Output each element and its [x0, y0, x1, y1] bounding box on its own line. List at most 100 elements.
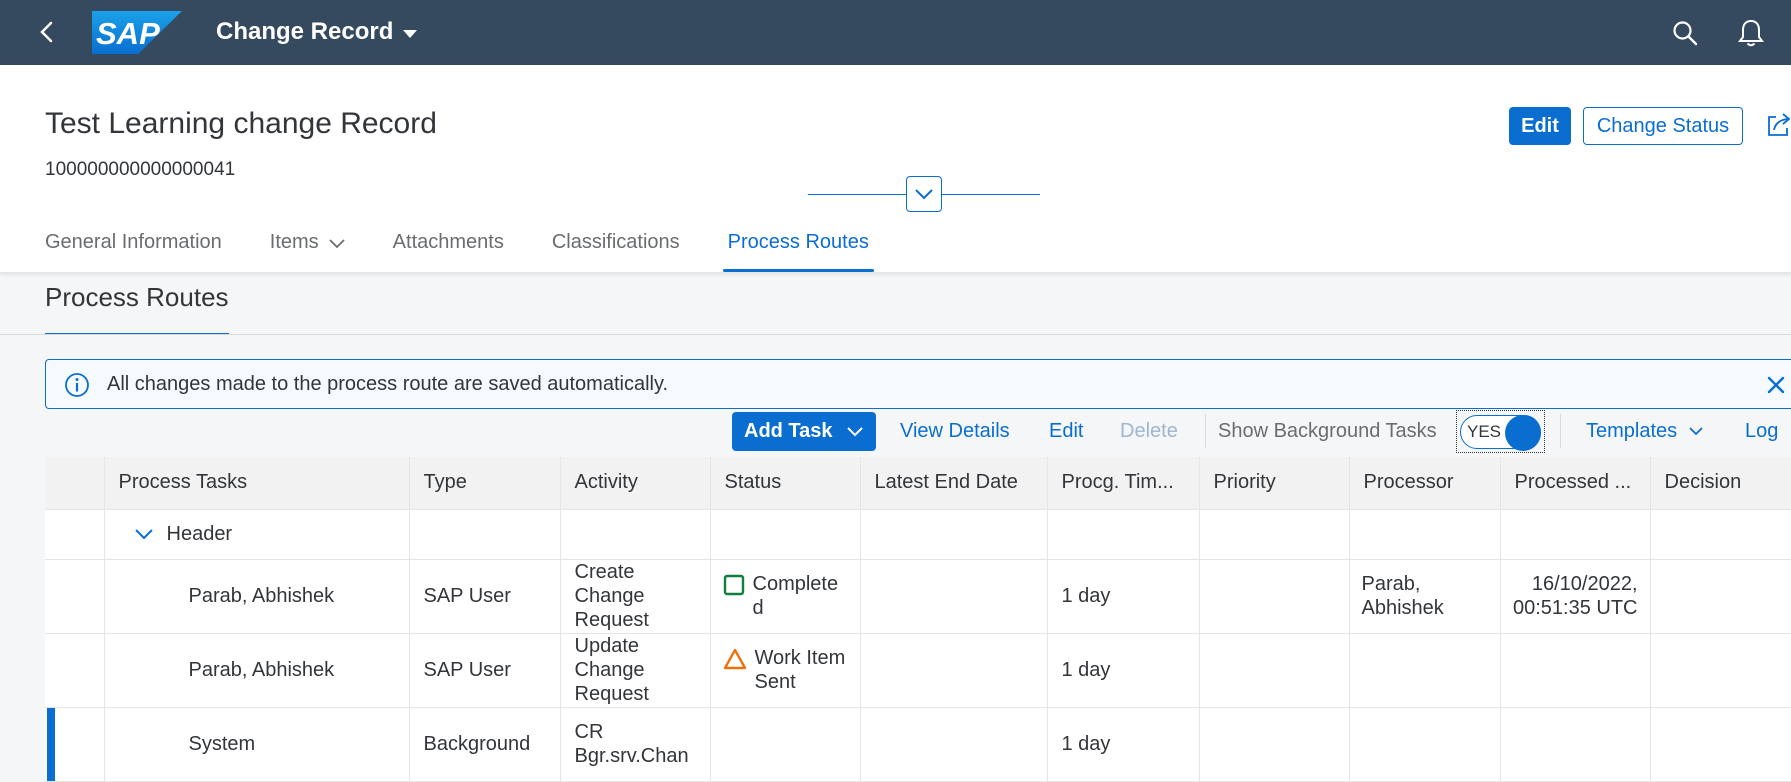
templates-menu-button[interactable]: Templates [1586, 420, 1703, 443]
column-header[interactable]: Decision [1650, 457, 1791, 510]
add-task-button[interactable]: Add Task [732, 412, 876, 451]
search-icon[interactable] [1672, 20, 1698, 46]
tab-label: Items [269, 231, 319, 253]
caret-down-icon [403, 29, 418, 38]
column-header[interactable]: Processed ... [1500, 457, 1651, 510]
cell-latest-end-date [860, 559, 1048, 634]
cell-task: Parab, Abhishek [104, 559, 410, 634]
add-task-label: Add Task [744, 420, 833, 442]
app-title-menu[interactable]: Change Record [216, 18, 418, 46]
share-icon[interactable] [1766, 112, 1791, 138]
tab-label: Classifications [551, 231, 680, 253]
tab-attachments[interactable]: Attachments [393, 231, 504, 273]
tab-bar: General Information Items Attachments Cl… [45, 231, 917, 273]
table-header-row: Process Tasks Type Activity Status Lates… [45, 457, 1791, 510]
table-row[interactable]: Parab, Abhishek SAP User Update Change R… [45, 633, 1791, 708]
cell-priority [1199, 559, 1350, 634]
row-selector[interactable] [45, 559, 105, 634]
toolbar-separator [1560, 414, 1561, 448]
object-id: 100000000000000041 [45, 159, 236, 180]
info-message-text: All changes made to the process route ar… [107, 373, 669, 395]
column-header[interactable]: Processor [1349, 457, 1501, 510]
cell-status: Work Item Sent [710, 633, 861, 708]
toggle-knob [1505, 415, 1541, 451]
tab-items[interactable]: Items [270, 231, 345, 273]
tab-classifications[interactable]: Classifications [552, 231, 680, 273]
chevron-down-icon [846, 426, 863, 436]
cell-processor [1349, 633, 1501, 708]
delete-task-button[interactable]: Delete [1120, 420, 1178, 443]
process-routes-table: Process Tasks Type Activity Status Lates… [45, 457, 1791, 782]
app-title: Change Record [216, 18, 394, 45]
sap-logo-text: SAP [96, 16, 160, 51]
cell-status [710, 707, 861, 782]
cell-latest-end-date [860, 633, 1048, 708]
column-header[interactable]: Type [409, 457, 561, 510]
cell-processor: Parab, Abhishek [1349, 559, 1501, 634]
column-header[interactable]: Process Tasks [104, 457, 410, 510]
column-header[interactable]: Latest End Date [860, 457, 1048, 510]
view-details-button[interactable]: View Details [900, 420, 1010, 443]
cell-procg-time: 1 day [1047, 707, 1200, 782]
show-background-tasks-toggle[interactable]: YES [1460, 415, 1541, 451]
collapse-line-left [808, 194, 906, 195]
cell-decision [1650, 559, 1791, 634]
cell-type: SAP User [409, 559, 561, 634]
edit-task-button[interactable]: Edit [1049, 420, 1083, 443]
tab-process-routes[interactable]: Process Routes [722, 231, 875, 273]
object-header: Test Learning change Record 100000000000… [0, 65, 1791, 273]
cell-status: Complete d [710, 559, 861, 634]
chevron-down-icon[interactable] [134, 528, 153, 540]
change-status-button[interactable]: Change Status [1583, 107, 1743, 145]
row-selector[interactable] [45, 633, 105, 708]
cell-task: Parab, Abhishek [104, 633, 410, 708]
warning-triangle-icon [723, 648, 746, 670]
table-group-row[interactable]: Header [45, 509, 1791, 560]
column-header[interactable]: Status [710, 457, 861, 510]
cell-processed [1500, 707, 1651, 782]
notification-bell-icon[interactable] [1738, 19, 1764, 47]
cell-priority [1199, 707, 1350, 782]
tab-label: Process Routes [727, 231, 869, 253]
shell-bar: SAP Change Record [0, 0, 1791, 65]
show-background-tasks-label: Show Background Tasks [1218, 420, 1437, 442]
chevron-down-icon [1689, 427, 1703, 436]
sap-logo[interactable]: SAP [92, 11, 182, 54]
group-label: Header [166, 523, 233, 545]
column-header[interactable]: Activity [560, 457, 711, 510]
back-arrow-icon[interactable] [36, 20, 60, 44]
toggle-value: YES [1467, 422, 1502, 441]
edit-button[interactable]: Edit [1509, 107, 1571, 145]
cell-priority [1199, 633, 1350, 708]
cell-type: Background [409, 707, 561, 782]
cell-activity: Update Change Request [560, 633, 711, 708]
table-row[interactable]: System Background CR Bgr.srv.Chan 1 day [45, 707, 1791, 782]
row-selector[interactable] [45, 509, 105, 560]
log-button[interactable]: Log [1745, 420, 1778, 443]
collapse-header-button[interactable] [906, 176, 942, 212]
chevron-down-icon [915, 189, 933, 200]
status-text: Work Item Sent [754, 647, 846, 693]
collapse-line-right [942, 194, 1040, 195]
info-message-strip: All changes made to the process route ar… [45, 359, 1791, 409]
cell-latest-end-date [860, 707, 1048, 782]
object-title: Test Learning change Record [45, 107, 437, 140]
templates-label: Templates [1586, 420, 1678, 442]
info-icon [65, 373, 89, 397]
cell-activity: Create Change Request [560, 559, 711, 634]
cell-processed [1500, 633, 1651, 708]
cell-decision [1650, 707, 1791, 782]
status-text: Complete d [752, 573, 839, 619]
column-header[interactable]: Priority [1199, 457, 1350, 510]
tab-label: General Information [45, 231, 222, 253]
close-icon[interactable] [1766, 375, 1786, 395]
column-header[interactable]: Procg. Tim... [1047, 457, 1200, 510]
success-square-icon [723, 574, 744, 596]
tab-label: Attachments [392, 231, 504, 253]
section-title: Process Routes [45, 282, 229, 312]
cell-procg-time: 1 day [1047, 633, 1200, 708]
table-row[interactable]: Parab, Abhishek SAP User Create Change R… [45, 559, 1791, 634]
cell-type: SAP User [409, 633, 561, 708]
tab-general-information[interactable]: General Information [45, 231, 222, 273]
row-selector-selected[interactable] [45, 707, 105, 782]
